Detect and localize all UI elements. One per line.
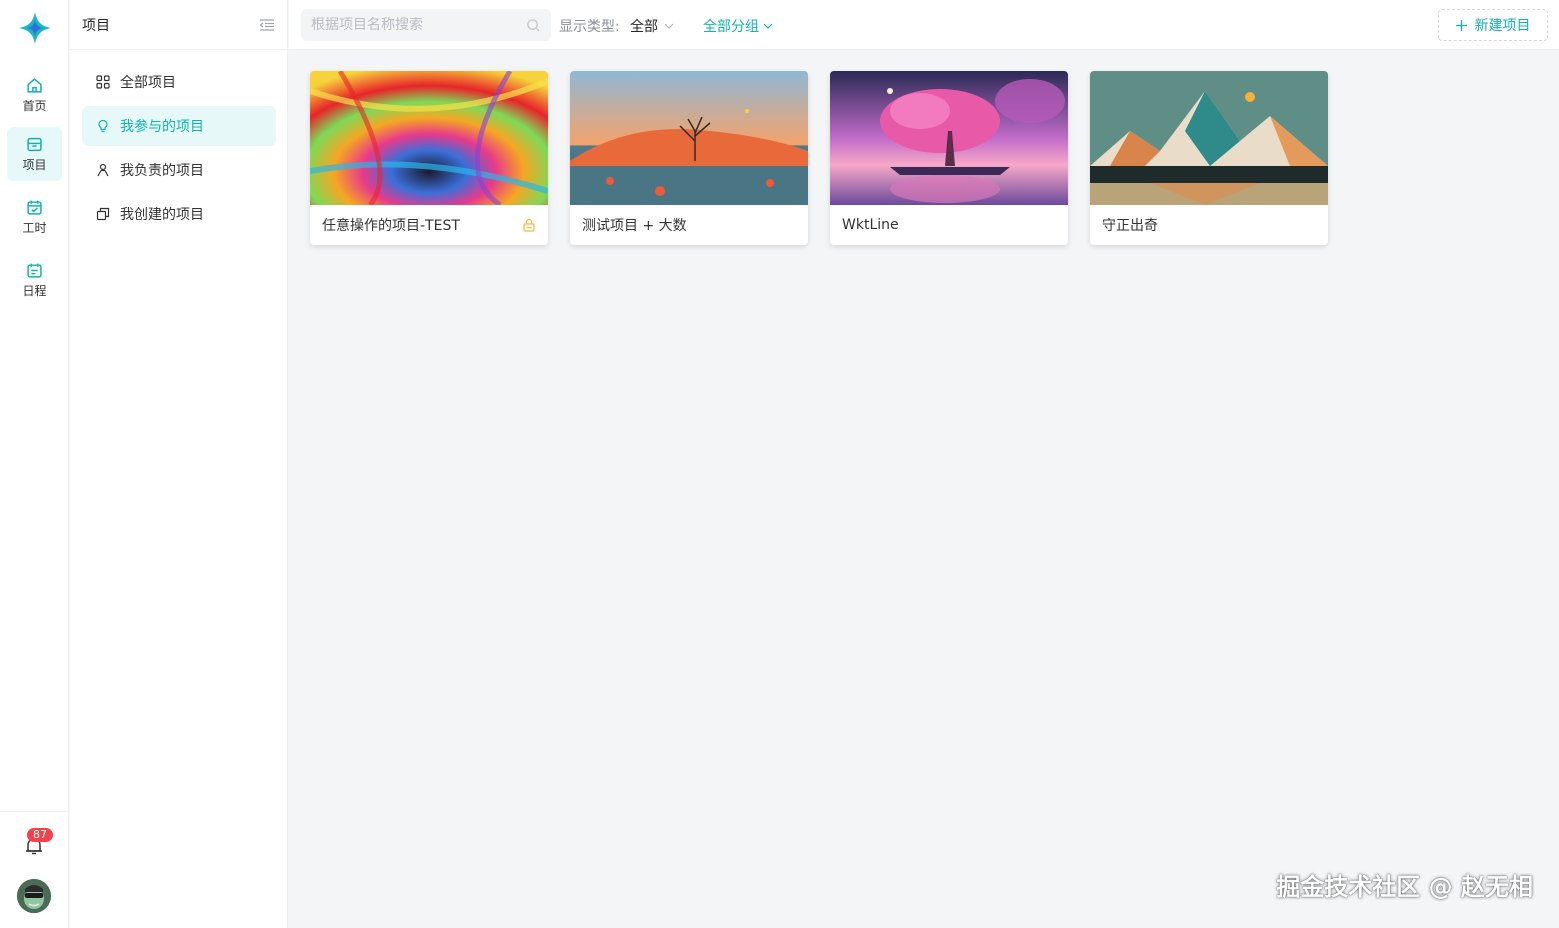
sidebar-item-all-projects[interactable]: 全部项目 bbox=[82, 62, 276, 102]
lock-icon bbox=[523, 218, 535, 232]
sidebar-header: 项目 bbox=[70, 0, 287, 50]
rail-item-label: 项目 bbox=[22, 157, 47, 172]
new-project-label: 新建项目 bbox=[1474, 18, 1531, 34]
sidebar-item-label: 全部项目 bbox=[120, 75, 176, 91]
avatar-image bbox=[17, 879, 51, 913]
rail-item-label: 日程 bbox=[22, 283, 47, 298]
project-card-footer: 测试项目 + 大数 bbox=[570, 205, 808, 245]
display-type-label: 显示类型: bbox=[559, 19, 620, 35]
project-title: 任意操作的项目-TEST bbox=[322, 218, 460, 234]
grid-icon bbox=[96, 75, 110, 89]
rail-item-worktime[interactable]: 工时 bbox=[7, 190, 62, 244]
chevron-down-icon bbox=[763, 23, 773, 29]
search-input[interactable] bbox=[311, 17, 526, 33]
calendar-check-icon bbox=[27, 200, 42, 215]
project-card[interactable]: 守正出奇 bbox=[1090, 71, 1328, 245]
sidebar-item-participating[interactable]: 我参与的项目 bbox=[82, 106, 276, 146]
sidebar-item-label: 我创建的项目 bbox=[120, 207, 204, 223]
rail-item-project[interactable]: 项目 bbox=[7, 127, 62, 181]
home-icon bbox=[27, 77, 42, 93]
search-box bbox=[301, 9, 551, 41]
notification-badge: 87 bbox=[27, 828, 53, 842]
project-sidebar: 项目 全部项目 我参与的项目 我负责的项目 我创建的项目 bbox=[70, 0, 288, 928]
sidebar-item-label: 我负责的项目 bbox=[120, 163, 204, 179]
sidebar-item-responsible[interactable]: 我负责的项目 bbox=[82, 150, 276, 190]
project-card[interactable]: WktLine bbox=[830, 71, 1068, 245]
project-cover-image bbox=[310, 71, 548, 205]
project-card[interactable]: 任意操作的项目-TEST bbox=[310, 71, 548, 245]
project-card[interactable]: 测试项目 + 大数 bbox=[570, 71, 808, 245]
avatar[interactable] bbox=[17, 879, 51, 913]
user-icon bbox=[97, 163, 109, 177]
project-card-footer: 任意操作的项目-TEST bbox=[310, 205, 548, 245]
rail-divider bbox=[0, 811, 69, 812]
sidebar-item-created[interactable]: 我创建的项目 bbox=[82, 194, 276, 234]
left-rail: 首页 项目 工时 日程 87 bbox=[0, 0, 69, 928]
group-select[interactable]: 全部分组 bbox=[703, 16, 773, 36]
project-icon bbox=[27, 137, 42, 151]
rail-item-label: 工时 bbox=[22, 220, 47, 235]
group-select-label: 全部分组 bbox=[703, 19, 759, 35]
chevron-down-icon bbox=[664, 23, 674, 29]
project-cover-image bbox=[1090, 71, 1328, 205]
plus-icon bbox=[1455, 19, 1467, 31]
schedule-icon bbox=[27, 263, 42, 278]
project-cover-image bbox=[830, 71, 1068, 205]
lightbulb-icon bbox=[98, 119, 108, 133]
sidebar-item-label: 我参与的项目 bbox=[120, 119, 204, 135]
rail-item-schedule[interactable]: 日程 bbox=[7, 253, 62, 307]
top-bar: 显示类型: 全部 全部分组 新建项目 bbox=[289, 0, 1559, 50]
app-logo-icon[interactable] bbox=[17, 10, 53, 46]
rail-item-label: 首页 bbox=[22, 98, 47, 113]
copy-icon bbox=[96, 207, 110, 221]
display-type-value: 全部 bbox=[630, 19, 658, 35]
site-watermark: 掘金技术社区 @ 赵无相 bbox=[1276, 873, 1533, 901]
search-icon[interactable] bbox=[526, 18, 541, 33]
collapse-menu-icon[interactable] bbox=[259, 18, 275, 32]
project-card-footer: WktLine bbox=[830, 205, 1068, 245]
rail-item-home[interactable]: 首页 bbox=[7, 68, 62, 122]
sidebar-title: 项目 bbox=[82, 17, 110, 34]
project-card-footer: 守正出奇 bbox=[1090, 205, 1328, 245]
project-title: 测试项目 + 大数 bbox=[582, 218, 687, 234]
project-cover-image bbox=[570, 71, 808, 205]
project-title: WktLine bbox=[842, 217, 899, 233]
new-project-button[interactable]: 新建项目 bbox=[1438, 9, 1548, 41]
project-title: 守正出奇 bbox=[1102, 218, 1158, 234]
display-type-select[interactable]: 全部 bbox=[630, 16, 674, 36]
